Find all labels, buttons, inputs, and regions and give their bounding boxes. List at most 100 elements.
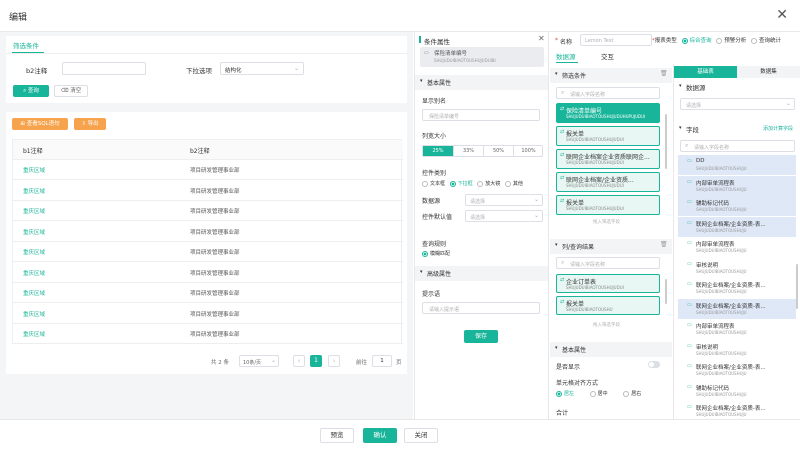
columns-section-label: 列/查询结果 xyxy=(562,244,595,251)
filter-field-item[interactable]: ⇄ 联网企业档案/企业资质... SHUJUDUIBIAOTOUSHUJUDUI xyxy=(556,172,660,192)
search-button[interactable]: ⌕ 查询 xyxy=(13,85,49,97)
cell-b1[interactable]: 重庆区域 xyxy=(23,310,45,318)
tab-dataset[interactable]: 数据集 xyxy=(737,66,800,78)
field-list-item[interactable]: ▭ 审核说明 SHUJUDUIBIAOTOUSHUJU xyxy=(678,340,796,360)
export-button[interactable]: ⇩ 导出 xyxy=(74,118,106,130)
name-input[interactable]: Lemon Test xyxy=(580,34,652,46)
cell-b1[interactable]: 重庆区域 xyxy=(23,228,45,236)
field-list-item[interactable]: ▭ 联网企业档案/企业资质-表... SHUJUDUIBIAOTOUSHUJU xyxy=(678,278,796,298)
field-list-item[interactable]: ▭ 内部审单流程表 SHUJUDUIBIAOTOUSHUJU xyxy=(678,319,796,339)
ctrl-opt-text[interactable]: 文本框 xyxy=(422,180,445,187)
type-opt-warning[interactable]: 预警分析 xyxy=(716,37,746,44)
align-right[interactable]: 居右 xyxy=(623,390,641,397)
ctrl-opt-other[interactable]: 其他 xyxy=(504,180,523,187)
field-sub: SHUJUDUIBIAOTOUSHUJU xyxy=(696,186,747,192)
ds-select-right[interactable]: 请选择 ⌄ xyxy=(680,98,795,110)
width-33[interactable]: 33% xyxy=(453,146,483,156)
width-100[interactable]: 100% xyxy=(513,146,543,156)
cell-b1[interactable]: 重庆区域 xyxy=(23,248,45,256)
trash-icon[interactable]: 🗑 xyxy=(660,241,668,248)
ctrl-opt-magnifier[interactable]: 放大镜 xyxy=(477,180,500,187)
cell-b1[interactable]: 重庆区域 xyxy=(23,207,45,215)
filter-field-item[interactable]: ⇄ 报关单 SHUJUDUIBIAOTOUSHUJUDUI xyxy=(556,195,660,215)
field-list-item[interactable]: ▭ 辅助标记代码 SHUJUDUIBIAOTOUSHUJU xyxy=(678,381,796,401)
default-select[interactable]: 请选择 ⌄ xyxy=(465,210,543,222)
filter-field-item[interactable]: ⇄ 联网企业档案企业资质联网企... SHUJUDUIBIAOTOUSHUJUDUI xyxy=(556,149,660,169)
cell-b1[interactable]: 重庆区域 xyxy=(23,187,45,195)
filter-field-item[interactable]: ⇄ 报关单 SHUJUDUIBIAOTOUSHUJUDUI xyxy=(556,126,660,146)
save-button[interactable]: 保存 xyxy=(464,330,498,343)
ctrl-opt-dropdown[interactable]: 下拉框 xyxy=(449,180,473,187)
field-drag-icon: ⇄ xyxy=(560,299,565,305)
field-list-item[interactable]: ▭ 联网企业档案/企业资质-表... SHUJUDUIBIAOTOUSHUJU xyxy=(678,401,796,419)
confirm-button[interactable]: 确认 xyxy=(363,428,397,443)
field-sub: SHUJUDUIBIAOTOUSHUJU xyxy=(696,289,747,294)
type-opt-comprehensive[interactable]: 综合查询 xyxy=(681,37,712,44)
field-list-item[interactable]: ▭ 审核说明 SHUJUDUIBIAOTOUSHUJU xyxy=(678,258,796,278)
tab-interaction[interactable]: 交互 xyxy=(601,51,614,61)
close-button[interactable]: 关闭 xyxy=(404,428,438,443)
field-list-item[interactable]: ▭ 辅助标记代码 SHUJUDUIBIAOTOUSHUJU xyxy=(678,196,796,216)
column-field-search[interactable]: ⌕ 请输入字段名称 xyxy=(556,257,660,269)
column-field-item[interactable]: ⇄ 企业订单表 SHUJUDUIBIAOTOUSHUJUDUI xyxy=(556,274,660,293)
show-toggle[interactable] xyxy=(648,361,660,368)
scrollbar[interactable] xyxy=(665,279,667,304)
b2-input[interactable] xyxy=(62,62,146,75)
field-sub: SHUJUDUIBIAOTOUSHUJUDUI xyxy=(566,160,624,165)
rule-option[interactable]: 模糊匹配 xyxy=(422,250,450,257)
columns-section-header[interactable]: ▾ 列/查询结果 🗑 xyxy=(550,239,672,254)
prev-page-button[interactable]: ‹ xyxy=(293,355,305,367)
rule-label: 查询规则 xyxy=(422,241,447,248)
goto-input[interactable]: 1 xyxy=(372,355,392,367)
type-opt-stats[interactable]: 查询统计 xyxy=(751,37,781,44)
field-list-item[interactable]: ▭ 内部审单流程表 SHUJUDUIBIAOTOUSHUJU xyxy=(678,237,796,257)
width-50[interactable]: 50% xyxy=(483,146,513,156)
field-list-item[interactable]: ▭ 联网企业档案/企业资质-表... SHUJUDUIBIAOTOUSHUJU xyxy=(678,298,796,319)
filter-field-search[interactable]: ⌕ 请输入字段名称 xyxy=(556,87,660,99)
ds-select[interactable]: 请选择 ⌄ xyxy=(465,194,543,206)
tab-base-table[interactable]: 基础表 xyxy=(674,66,737,78)
col-basic-header[interactable]: ▾ 基本属性 xyxy=(550,342,672,357)
chevron-down-icon: ⌄ xyxy=(533,196,539,203)
view-sql-button[interactable]: ⊞ 查看SQL语句 xyxy=(12,118,68,130)
alias-input[interactable]: 保险清单编号 xyxy=(422,109,540,121)
close-icon[interactable]: ✕ xyxy=(538,34,545,43)
ctrl-radio-group: 文本框 下拉框 放大镜 其他 xyxy=(422,180,550,190)
add-calc-field-link[interactable]: 添加计算字段 xyxy=(763,125,793,132)
next-page-button[interactable]: › xyxy=(328,355,340,367)
scrollbar[interactable] xyxy=(665,114,667,169)
field-list-item[interactable]: ▭ 内部审单流程表 SHUJUDUIBIAOTOUSHUJU xyxy=(678,175,796,196)
cell-b1[interactable]: 重庆区域 xyxy=(23,166,45,174)
tab-datasource[interactable]: 数据源 xyxy=(556,51,576,61)
column-field-item[interactable]: ⇄ 报关单 SHUJUDUIBIAOTOUSHU xyxy=(556,296,660,315)
field-search-right[interactable]: ⌕ 请输入字段名称 xyxy=(680,140,795,152)
trash-icon[interactable]: 🗑 xyxy=(660,70,668,77)
preview-button[interactable]: 预览 xyxy=(320,428,354,443)
tab-filter[interactable]: 筛选条件 xyxy=(13,40,39,50)
field-list-item[interactable]: ▭ 联网企业档案/企业资质-表... SHUJUDUIBIAOTOUSHUJU xyxy=(678,360,796,380)
cell-b1[interactable]: 重庆区域 xyxy=(23,289,45,297)
adv-props-header[interactable]: ▾ 高级属性 xyxy=(415,266,548,281)
field-name: 辅助标记代码 xyxy=(696,201,730,207)
basic-props-header[interactable]: ▾ 基本属性 xyxy=(415,75,548,90)
table-row: 重庆区域 项目研发管理事业部 xyxy=(13,324,403,344)
page-1-button[interactable]: 1 xyxy=(310,355,322,367)
field-list-item[interactable]: ▭ DD SHUJUDUIBIAOTOUSHUJU xyxy=(678,155,796,175)
dropdown-select[interactable]: 结构化 ⌄ xyxy=(220,62,304,75)
width-25[interactable]: 25% xyxy=(423,146,453,156)
filter-field-item[interactable]: ⇄ 保险清单编号 SHUJUDUIBIAOTOUSHUJUDUHUPUJUDUI xyxy=(556,103,660,123)
clear-button[interactable]: ⌫ 清空 xyxy=(54,85,88,97)
align-left[interactable]: 居左 xyxy=(556,390,574,397)
align-center[interactable]: 居中 xyxy=(589,390,608,397)
field-list-item[interactable]: ▭ 联网企业档案/企业资质-表... SHUJUDUIBIAOTOUSHUJU xyxy=(678,216,796,237)
tip-input[interactable]: 请输入提示语 xyxy=(422,302,540,314)
filter-section-header[interactable]: ▾ 筛选条件 🗑 xyxy=(550,68,672,83)
field-sub: SHUJUDUIBIAOTOUSHUJU xyxy=(696,350,747,356)
cell-b2: 项目研发管理事业部 xyxy=(190,270,240,277)
page-size-select[interactable]: 10条/页 ⌄ xyxy=(239,355,279,367)
cell-b1[interactable]: 重庆区域 xyxy=(23,269,45,277)
scrollbar[interactable] xyxy=(796,264,798,309)
close-icon[interactable]: ✕ xyxy=(776,7,788,23)
ds-label: 数据源 xyxy=(422,198,441,205)
cell-b1[interactable]: 重庆区域 xyxy=(23,330,45,338)
